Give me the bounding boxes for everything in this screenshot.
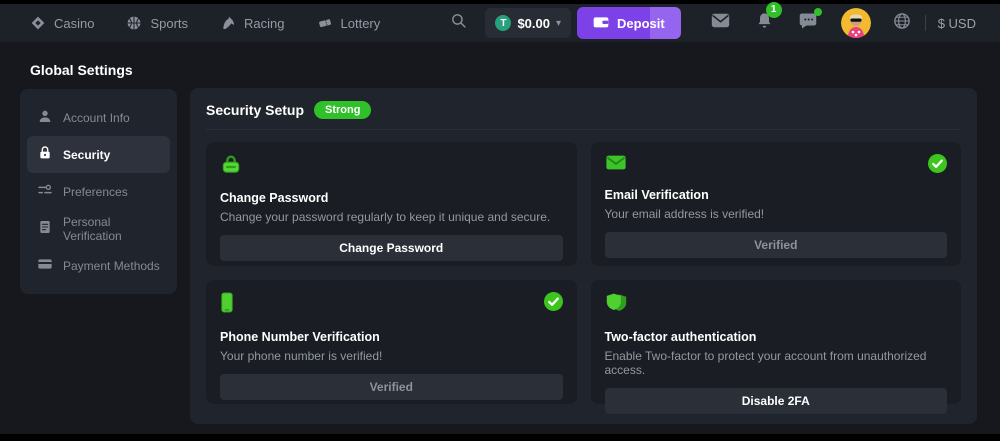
document-icon bbox=[37, 219, 53, 238]
app-window: Casino Sports Racing Lottery bbox=[0, 0, 1000, 441]
card-title: Two-factor authentication bbox=[605, 330, 948, 344]
globe-icon bbox=[893, 12, 911, 35]
search-icon bbox=[450, 12, 467, 34]
credit-card-icon bbox=[37, 256, 53, 275]
shield-icon bbox=[605, 300, 628, 317]
chat-online-dot bbox=[814, 8, 822, 16]
horse-icon bbox=[220, 15, 236, 31]
casino-icon bbox=[30, 15, 46, 31]
sliders-icon bbox=[37, 182, 53, 201]
tether-coin-icon: T bbox=[495, 15, 511, 31]
card-description: Change your password regularly to keep i… bbox=[220, 210, 563, 224]
phone-verification-card: Phone Number Verification Your phone num… bbox=[206, 280, 577, 404]
currency-selector[interactable]: $ USD bbox=[938, 16, 976, 31]
verified-check-icon bbox=[928, 154, 947, 178]
nav-item-label: Sports bbox=[150, 16, 188, 31]
nav-item-label: Casino bbox=[54, 16, 94, 31]
email-verification-card: Email Verification Your email address is… bbox=[591, 142, 962, 266]
security-setup-panel: Security Setup Strong Change Password Ch… bbox=[190, 88, 977, 424]
user-icon bbox=[37, 108, 53, 127]
disable-2fa-button[interactable]: Disable 2FA bbox=[605, 388, 948, 414]
panel-title: Security Setup bbox=[206, 102, 304, 118]
nav-item-casino[interactable]: Casino bbox=[30, 15, 94, 31]
verified-check-icon bbox=[544, 292, 563, 316]
security-cards: Change Password Change your password reg… bbox=[206, 142, 961, 404]
sidebar-item-payment-methods[interactable]: Payment Methods bbox=[27, 247, 170, 284]
nav-item-lottery[interactable]: Lottery bbox=[317, 15, 381, 31]
nav-item-label: Racing bbox=[244, 16, 284, 31]
wallet-icon bbox=[593, 15, 609, 32]
two-factor-card: Two-factor authentication Enable Two-fac… bbox=[591, 280, 962, 404]
sidebar-item-label: Preferences bbox=[63, 185, 128, 199]
panel-header: Security Setup Strong bbox=[206, 101, 961, 130]
messages-button[interactable] bbox=[711, 13, 730, 33]
phone-verified-button[interactable]: Verified bbox=[220, 374, 563, 400]
lock-icon bbox=[37, 145, 53, 164]
card-title: Email Verification bbox=[605, 188, 948, 202]
sidebar-item-label: Payment Methods bbox=[63, 259, 160, 273]
user-avatar[interactable] bbox=[841, 8, 871, 38]
lock-icon bbox=[220, 161, 242, 178]
chat-bubble-icon bbox=[799, 12, 817, 35]
email-verified-button[interactable]: Verified bbox=[605, 232, 948, 258]
change-password-card: Change Password Change your password reg… bbox=[206, 142, 577, 266]
sidebar-item-account-info[interactable]: Account Info bbox=[27, 99, 170, 136]
page-content: Global Settings Account Info Security Pr… bbox=[0, 42, 1000, 434]
main-nav: Casino Sports Racing Lottery bbox=[30, 15, 380, 31]
nav-item-label: Lottery bbox=[341, 16, 381, 31]
card-description: Enable Two-factor to protect your accoun… bbox=[605, 349, 948, 377]
card-description: Your email address is verified! bbox=[605, 207, 948, 221]
chat-button[interactable] bbox=[799, 12, 817, 35]
sidebar-item-personal-verification[interactable]: Personal Verification bbox=[27, 210, 170, 247]
deposit-button[interactable]: Deposit bbox=[577, 7, 681, 39]
envelope-icon bbox=[605, 158, 627, 175]
search-button[interactable] bbox=[450, 12, 467, 34]
strength-badge: Strong bbox=[314, 101, 371, 119]
chevron-down-icon: ▾ bbox=[556, 18, 561, 29]
navbar-actions: T $0.00 ▾ Deposit 1 bbox=[450, 7, 976, 39]
phone-icon bbox=[220, 300, 234, 317]
card-title: Phone Number Verification bbox=[220, 330, 563, 344]
balance-amount: $0.00 bbox=[517, 16, 550, 31]
ticket-icon bbox=[317, 15, 333, 31]
change-password-button[interactable]: Change Password bbox=[220, 235, 563, 261]
basketball-icon bbox=[126, 15, 142, 31]
card-description: Your phone number is verified! bbox=[220, 349, 563, 363]
wallet-balance[interactable]: T $0.00 ▾ bbox=[485, 8, 571, 38]
settings-sidebar: Account Info Security Preferences Person… bbox=[20, 89, 177, 294]
card-title: Change Password bbox=[220, 191, 563, 205]
language-button[interactable] bbox=[893, 12, 911, 35]
sidebar-item-label: Personal Verification bbox=[63, 215, 160, 243]
mail-icon bbox=[711, 13, 730, 33]
page-title: Global Settings bbox=[30, 62, 133, 78]
notifications-button[interactable]: 1 bbox=[756, 12, 773, 35]
sidebar-item-preferences[interactable]: Preferences bbox=[27, 173, 170, 210]
sidebar-item-label: Security bbox=[63, 148, 110, 162]
nav-item-sports[interactable]: Sports bbox=[126, 15, 188, 31]
topbar-divider bbox=[925, 15, 926, 31]
sidebar-item-label: Account Info bbox=[63, 111, 130, 125]
deposit-label: Deposit bbox=[617, 16, 665, 31]
sidebar-item-security[interactable]: Security bbox=[27, 136, 170, 173]
notification-count-badge: 1 bbox=[766, 2, 782, 18]
nav-item-racing[interactable]: Racing bbox=[220, 15, 284, 31]
top-navbar: Casino Sports Racing Lottery bbox=[0, 4, 1000, 42]
